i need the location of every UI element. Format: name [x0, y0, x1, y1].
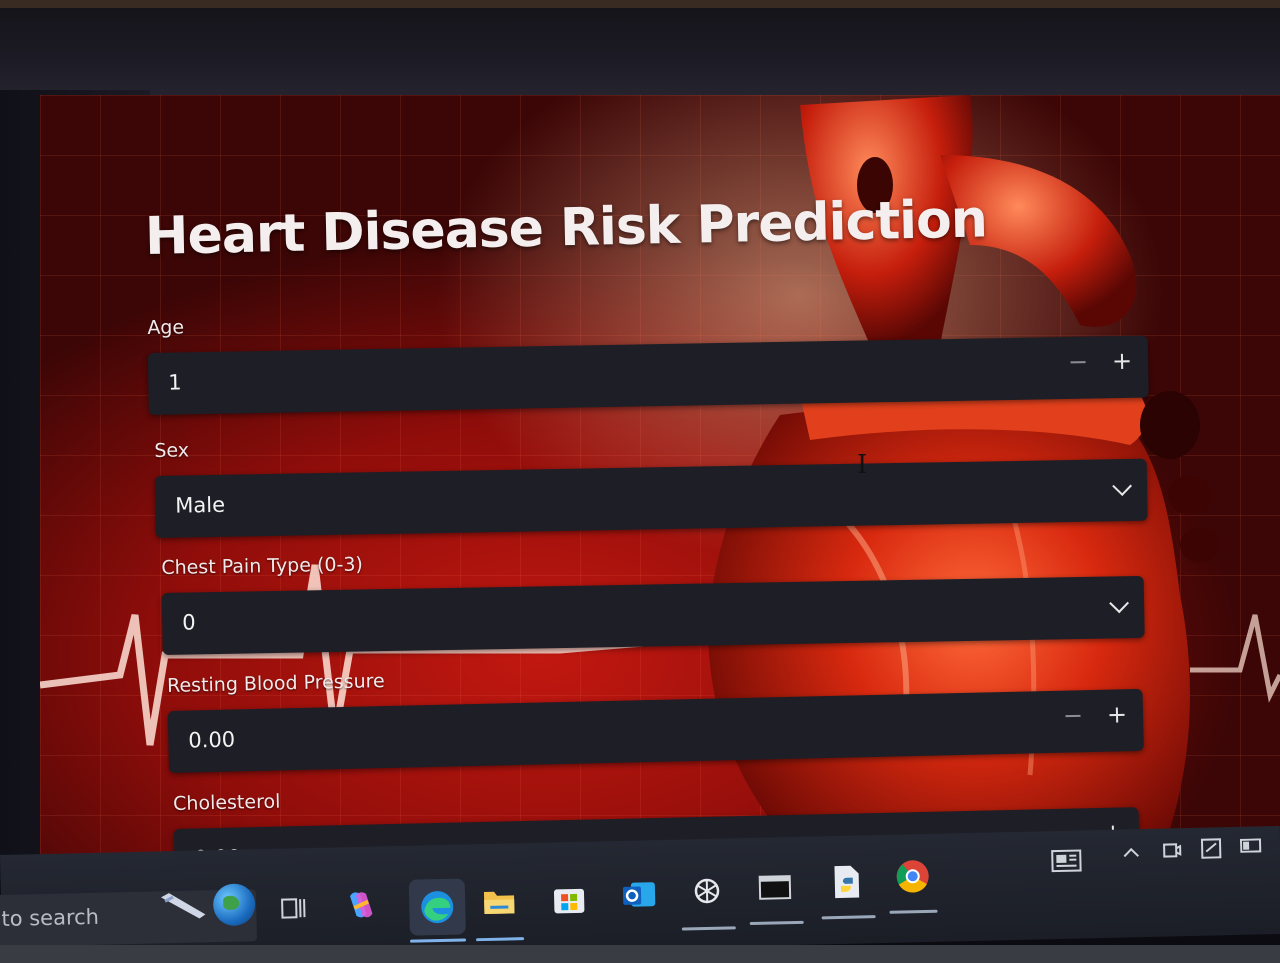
- copilot-icon[interactable]: [341, 884, 382, 925]
- resting-bp-value[interactable]: 0.00: [188, 727, 235, 752]
- age-field: Age 1 − +: [147, 300, 1149, 415]
- laptop-bottom-bezel: [0, 945, 1280, 963]
- age-increment-button[interactable]: +: [1104, 346, 1141, 377]
- python-active-indicator: [821, 915, 876, 920]
- chevron-down-icon[interactable]: [1112, 476, 1132, 497]
- terminal-active-indicator: [749, 920, 804, 926]
- resting-bp-increment-button[interactable]: +: [1099, 699, 1136, 730]
- terminal-icon[interactable]: [754, 867, 795, 908]
- sex-selected-value: Male: [175, 492, 226, 518]
- resting-bp-decrement-button[interactable]: −: [1055, 700, 1092, 731]
- news-widget-icon[interactable]: [1050, 848, 1083, 878]
- edge-active-indicator: [410, 938, 467, 943]
- battery-icon[interactable]: [1239, 836, 1264, 858]
- chevron-up-icon[interactable]: [1122, 843, 1140, 864]
- explorer-active-indicator: [476, 937, 525, 942]
- chevron-down-icon[interactable]: [1109, 593, 1129, 614]
- network-icon[interactable]: [1200, 837, 1223, 864]
- python-file-icon[interactable]: [826, 861, 867, 902]
- camera-icon[interactable]: [1162, 840, 1183, 865]
- sex-field: Sex Male: [154, 423, 1148, 538]
- app-screen: Heart Disease Risk Prediction Age 1 − + …: [40, 95, 1280, 880]
- chest-pain-field: Chest Pain Type (0-3) 0: [161, 540, 1145, 655]
- edge-icon[interactable]: [408, 878, 466, 936]
- rocket-widget-icon[interactable]: [159, 890, 212, 927]
- age-value[interactable]: 1: [168, 370, 182, 394]
- microsoft-store-icon[interactable]: [549, 878, 590, 919]
- chrome-active-indicator: [889, 909, 938, 914]
- monitor-top-bezel: [0, 0, 1280, 100]
- chatgpt-icon[interactable]: [687, 871, 728, 912]
- file-explorer-icon[interactable]: [479, 881, 520, 922]
- age-decrement-button[interactable]: −: [1060, 346, 1097, 377]
- chrome-icon[interactable]: [892, 856, 933, 897]
- search-placeholder: to search: [1, 904, 100, 931]
- outlook-icon[interactable]: [619, 874, 660, 915]
- task-view-icon[interactable]: [273, 888, 314, 929]
- text-cursor-icon: I: [857, 450, 868, 480]
- chest-pain-selected-value: 0: [182, 610, 196, 635]
- chatgpt-active-indicator: [681, 926, 736, 931]
